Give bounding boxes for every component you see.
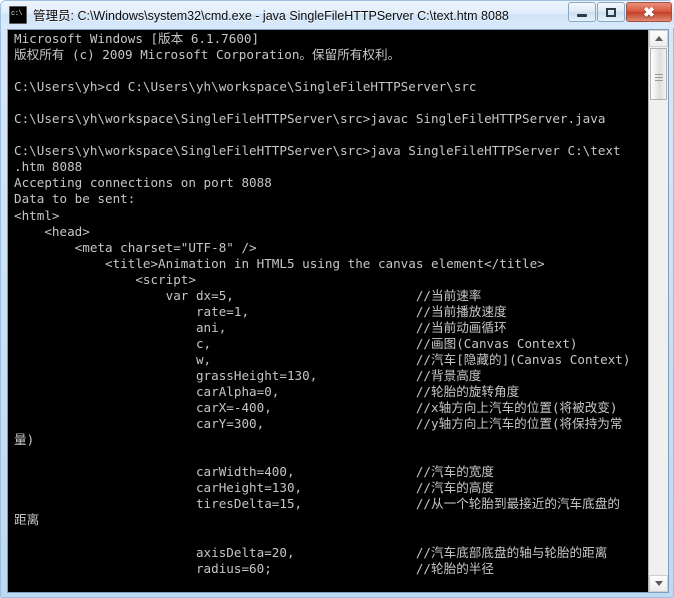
minimize-button[interactable] [568,2,596,22]
close-icon: ✖ [643,4,655,20]
scroll-up-button[interactable] [649,30,668,47]
cmd-console-icon [9,5,27,24]
caption-button-group: ✖ [568,2,672,22]
console-text: Microsoft Windows [版本 6.1.7600] 版权所有 (c)… [14,31,631,576]
minimize-icon [577,13,587,17]
scrollbar-thumb[interactable] [650,48,667,100]
cmd-window: 管理员: C:\Windows\system32\cmd.exe - java … [0,0,674,598]
scroll-down-button[interactable] [649,575,668,592]
maximize-button[interactable] [597,2,625,22]
console-client-area: Microsoft Windows [版本 6.1.7600] 版权所有 (c)… [7,29,669,593]
chevron-down-icon [654,581,663,586]
grip-icon [654,73,663,75]
chevron-up-icon [654,36,663,41]
window-title: 管理员: C:\Windows\system32\cmd.exe - java … [33,9,509,23]
console-output-area[interactable]: Microsoft Windows [版本 6.1.7600] 版权所有 (c)… [8,30,648,592]
title-bar[interactable]: 管理员: C:\Windows\system32\cmd.exe - java … [1,1,674,28]
vertical-scrollbar[interactable] [648,30,668,592]
close-button[interactable]: ✖ [626,2,672,22]
maximize-icon [606,7,616,17]
